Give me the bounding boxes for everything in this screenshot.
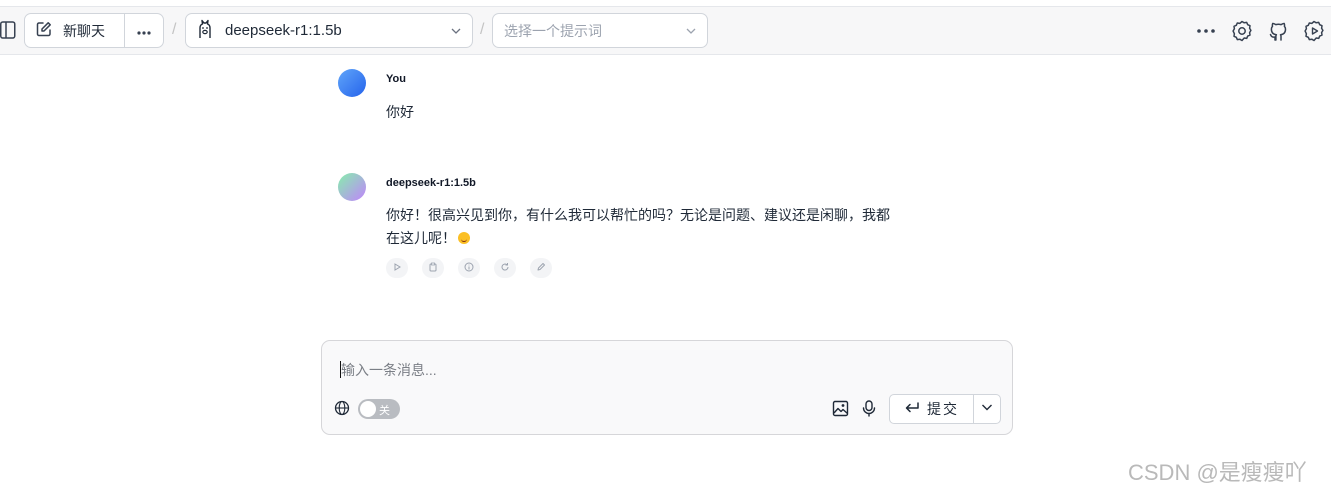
assistant-message-line: 你好！很高兴见到你，有什么我可以帮忙的吗？无论是问题、建议还是闲聊，我都 [386,207,890,223]
copy-button[interactable] [422,258,444,278]
assistant-message-text: 你好！很高兴见到你，有什么我可以帮忙的吗？无论是问题、建议还是闲聊，我都 在这儿… [386,204,890,250]
assistant-avatar [338,173,366,201]
enter-icon [904,401,920,418]
prompt-select-placeholder: 选择一个提示词 [504,22,602,39]
image-upload-icon[interactable] [832,400,849,422]
toggle-knob [360,401,376,417]
refresh-icon [500,259,510,277]
edit-message-button[interactable] [530,258,552,278]
more-horizontal-icon [137,22,151,40]
more-horizontal-icon[interactable] [1197,29,1215,33]
new-chat-button[interactable]: 新聊天 [25,14,125,47]
globe-icon[interactable] [334,400,350,421]
pencil-icon [536,259,546,277]
new-chat-label: 新聊天 [63,22,105,39]
toggle-label: 关 [379,405,390,417]
submit-button[interactable]: 提交 [890,395,974,423]
top-toolbar: 新聊天 / deepseek-r1:1.5b / 选择一个提示词 [0,6,1331,55]
llama-icon [196,19,214,42]
submit-label: 提交 [927,401,959,417]
info-button[interactable] [458,258,480,278]
microphone-icon[interactable] [862,400,876,422]
submit-options-dropdown[interactable] [974,395,1000,423]
assistant-message-line-text: 在这儿呢！ [386,230,456,246]
sidebar-toggle-icon[interactable] [0,21,16,39]
breadcrumb-separator: / [480,21,485,38]
user-avatar [338,69,366,97]
play-icon [392,259,402,277]
breadcrumb-separator: / [172,21,177,38]
info-icon [464,259,474,277]
regenerate-button[interactable] [494,258,516,278]
model-select[interactable]: deepseek-r1:1.5b [185,13,473,48]
chevron-down-icon [685,24,697,40]
submit-button-group: 提交 [889,394,1001,424]
edit-icon [36,21,63,40]
prompt-select[interactable]: 选择一个提示词 [492,13,708,48]
message-author: You [386,73,406,85]
gear-icon[interactable] [1231,20,1253,42]
user-message-text: 你好 [386,104,414,120]
smile-emoji-icon [458,232,470,244]
web-search-toggle[interactable]: 关 [358,399,400,419]
watermark: CSDN @是瘦瘦吖 [1128,460,1307,485]
read-aloud-button[interactable] [386,258,408,278]
chevron-down-icon [450,24,462,40]
message-input[interactable]: 输入一条消息... [341,360,437,380]
chat-more-button[interactable] [125,14,163,47]
new-chat-button-group: 新聊天 [24,13,164,48]
model-select-value: deepseek-r1:1.5b [225,22,342,39]
bot-settings-icon[interactable] [1303,20,1325,42]
message-composer: 输入一条消息... 关 提交 [321,340,1013,435]
chevron-down-icon [980,400,994,419]
message-actions [386,258,552,278]
assistant-message-line: 在这儿呢！ [386,227,890,250]
github-icon[interactable] [1267,20,1289,42]
message-author: deepseek-r1:1.5b [386,177,476,189]
clipboard-icon [428,259,438,277]
